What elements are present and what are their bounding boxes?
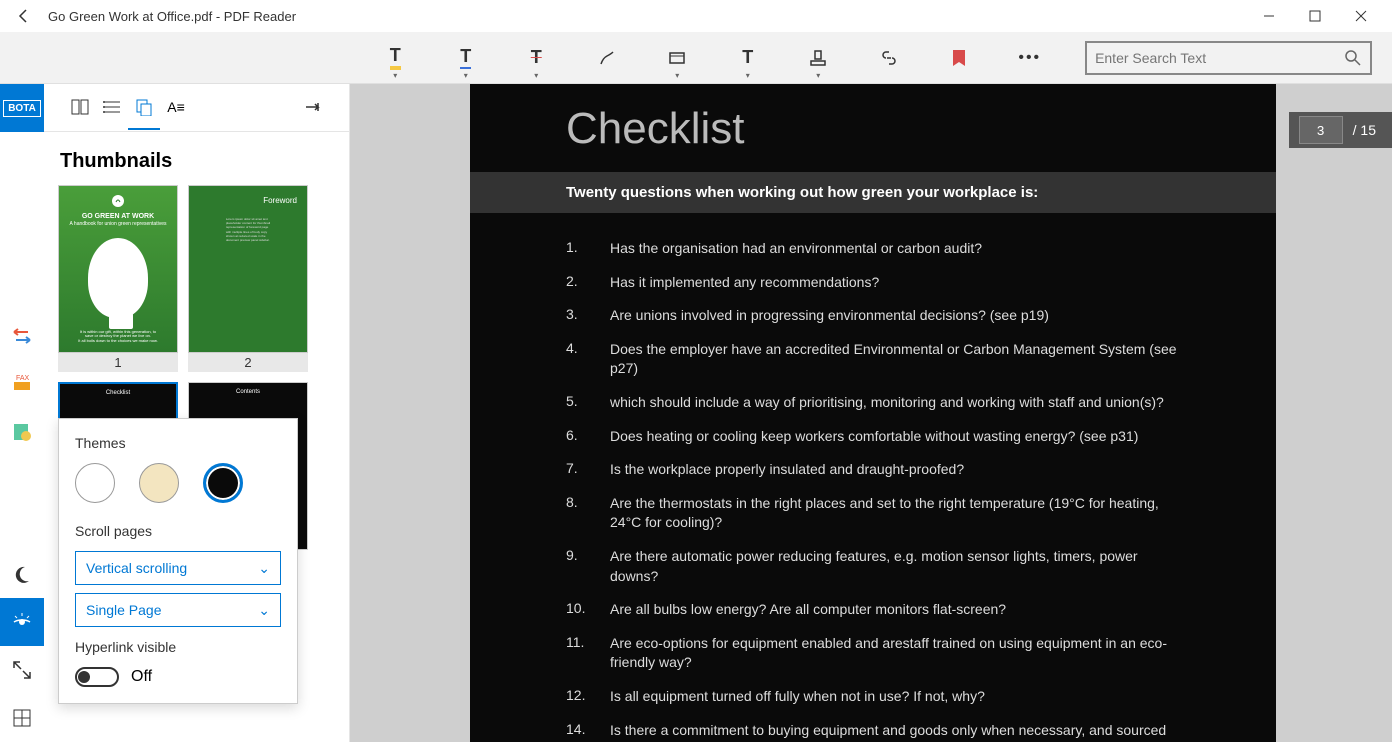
toolbar: T▾ T▾ T▾ ▾ T▾ ▾ ••• xyxy=(0,32,1392,84)
hyperlink-toggle[interactable] xyxy=(75,667,119,687)
text-tool[interactable]: T▾ xyxy=(733,42,764,74)
question-list: 1.Has the organisation had an environmen… xyxy=(470,239,1276,742)
search-box[interactable] xyxy=(1085,41,1372,75)
maximize-button[interactable] xyxy=(1292,0,1338,32)
bookmark-tool[interactable] xyxy=(944,42,975,74)
close-button[interactable] xyxy=(1338,0,1384,32)
current-page-input[interactable] xyxy=(1299,116,1343,144)
document-page: Checklist Twenty questions when working … xyxy=(470,84,1276,742)
toggle-state: Off xyxy=(131,668,152,686)
more-tool[interactable]: ••• xyxy=(1015,42,1046,74)
total-pages: / 15 xyxy=(1353,122,1392,138)
theme-sepia[interactable] xyxy=(139,463,179,503)
form-icon[interactable] xyxy=(0,408,44,456)
thumb-label: 2 xyxy=(188,353,308,372)
thumbnail-1[interactable]: GO GREEN AT WORKA handbook for union gre… xyxy=(58,185,178,372)
theme-white[interactable] xyxy=(75,463,115,503)
theme-dark[interactable] xyxy=(203,463,243,503)
page-heading: Checklist xyxy=(470,84,1276,172)
ink-tool[interactable] xyxy=(592,42,623,74)
tab-thumbnails[interactable] xyxy=(128,86,160,130)
strikethrough-tool[interactable]: T▾ xyxy=(521,42,552,74)
grid-icon[interactable] xyxy=(0,694,44,742)
thumb-label: 1 xyxy=(58,353,178,372)
highlight-tool[interactable]: T▾ xyxy=(380,42,411,74)
page-mode-dropdown[interactable]: Single Page⌄ xyxy=(75,593,281,627)
chevron-down-icon: ⌄ xyxy=(258,602,270,619)
note-tool[interactable]: ▾ xyxy=(662,42,693,74)
underline-tool[interactable]: T▾ xyxy=(451,42,482,74)
search-input[interactable] xyxy=(1095,50,1344,66)
chevron-down-icon: ⌄ xyxy=(258,560,270,577)
scroll-label: Scroll pages xyxy=(75,523,281,539)
sidebar-title: Thumbnails xyxy=(44,132,349,185)
undo-redo-icon[interactable] xyxy=(0,312,44,360)
back-button[interactable] xyxy=(8,0,40,32)
scroll-mode-dropdown[interactable]: Vertical scrolling⌄ xyxy=(75,551,281,585)
tab-pin[interactable] xyxy=(297,86,329,130)
view-mode-button[interactable] xyxy=(0,598,44,646)
titlebar: Go Green Work at Office.pdf - PDF Reader xyxy=(0,0,1392,32)
search-icon[interactable] xyxy=(1344,49,1362,67)
tab-book[interactable] xyxy=(64,86,96,130)
tab-outline[interactable] xyxy=(96,86,128,130)
thumbnail-2[interactable]: Foreword Lorem ipsum dolor sit amet text… xyxy=(188,185,308,372)
fullscreen-icon[interactable] xyxy=(0,646,44,694)
view-settings-popup: Themes Scroll pages Vertical scrolling⌄ … xyxy=(58,418,298,704)
fax-icon[interactable]: FAX xyxy=(0,360,44,408)
themes-label: Themes xyxy=(75,435,281,451)
page-indicator: / 15 xyxy=(1289,112,1392,148)
tab-annotations[interactable]: A≡ xyxy=(160,86,192,130)
hyperlink-label: Hyperlink visible xyxy=(75,639,281,655)
page-subtitle: Twenty questions when working out how gr… xyxy=(470,172,1276,213)
minimize-button[interactable] xyxy=(1246,0,1292,32)
left-rail: BOTA FAX xyxy=(0,84,44,742)
window-title: Go Green Work at Office.pdf - PDF Reader xyxy=(48,9,296,24)
bota-panel-button[interactable]: BOTA xyxy=(0,84,44,132)
stamp-tool[interactable]: ▾ xyxy=(803,42,834,74)
document-viewer[interactable]: Checklist Twenty questions when working … xyxy=(350,84,1392,742)
link-tool[interactable] xyxy=(874,42,905,74)
svg-text:FAX: FAX xyxy=(16,375,30,382)
day-night-icon[interactable] xyxy=(0,550,44,598)
